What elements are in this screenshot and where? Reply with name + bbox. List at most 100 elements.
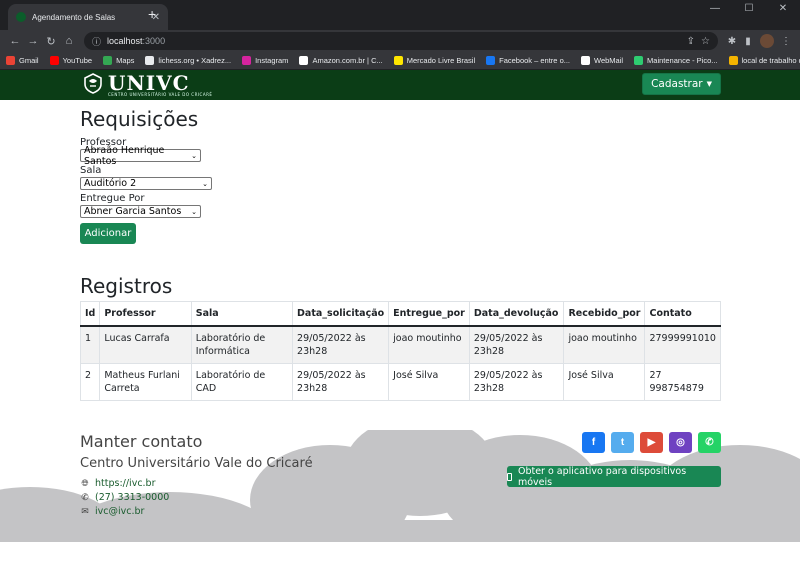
home-icon[interactable]: ⌂: [60, 35, 78, 47]
website-link[interactable]: https://ivc.br: [95, 478, 156, 489]
professor-select-value: Abraão Henrique Santos: [84, 144, 165, 167]
bookmark-item[interactable]: local de trabalho d...: [728, 56, 800, 65]
reload-icon[interactable]: ↻: [42, 35, 60, 48]
table-cell: 29/05/2022 às 23h28: [292, 362, 390, 401]
table-header-row: Id Professor Sala Data_solicitação Entregue_…: [79, 301, 721, 327]
mobile-app-button[interactable]: Obter o aplicativo para dispositivos móv…: [507, 465, 721, 488]
bookmark-item[interactable]: Amazon.com.br | C...: [299, 56, 383, 65]
table-cell: Lucas Carrafa: [99, 325, 192, 364]
bookmark-label: Instagram: [255, 56, 289, 65]
site-logo[interactable]: UNIVC CENTRO UNIVERSITÁRIO VALE DO CRICA…: [82, 72, 212, 97]
column-header[interactable]: Professor: [99, 301, 192, 327]
bookmark-item[interactable]: Mercado Livre Brasil: [393, 56, 476, 65]
site-info-icon[interactable]: ⓘ: [92, 35, 101, 48]
forward-icon[interactable]: →: [24, 35, 42, 47]
caret-down-icon: ▼: [706, 80, 712, 88]
address-bar[interactable]: ⓘ localhost:3000 ⇪ ☆: [84, 32, 718, 50]
sala-label: Sala: [80, 165, 102, 176]
footer-title: Manter contato: [80, 432, 203, 451]
twitter-icon[interactable]: t: [611, 432, 634, 453]
bookmark-item[interactable]: Maintenance - Pico...: [634, 56, 718, 65]
bookmark-label: Maintenance - Pico...: [647, 56, 718, 65]
screen: Agendamento de Salas ✕ + — ☐ ✕ ← → ↻ ⌂ ⓘ…: [0, 0, 800, 577]
menu-kebab-icon[interactable]: ⋮: [778, 36, 794, 47]
bookmark-item[interactable]: YouTube: [49, 56, 92, 65]
footer-subtitle: Centro Universitário Vale do Cricaré: [80, 456, 313, 471]
email-link[interactable]: ivc@ivc.br: [95, 506, 144, 517]
globe-icon: 🌐︎: [81, 478, 89, 489]
whatsapp-icon[interactable]: ✆: [698, 432, 721, 453]
table-row: 1 Lucas Carrafa Laboratório de Informática…: [79, 325, 721, 364]
table-cell: 29/05/2022 às 23h28: [468, 325, 565, 364]
url-host: localhost: [107, 36, 143, 46]
bookmark-favicon-icon: [581, 56, 590, 65]
sala-select[interactable]: Auditório 2 ⌄: [80, 177, 212, 190]
adicionar-button[interactable]: Adicionar: [80, 223, 136, 244]
bookmark-item[interactable]: Gmail: [6, 56, 39, 65]
table-body: 1 Lucas Carrafa Laboratório de Informática…: [79, 325, 721, 401]
requisicoes-title: Requisições: [80, 107, 199, 131]
footer-website[interactable]: 🌐︎ https://ivc.br: [80, 478, 156, 489]
bookmark-item[interactable]: Instagram: [242, 56, 288, 65]
web-page: UNIVC CENTRO UNIVERSITÁRIO VALE DO CRICA…: [0, 70, 800, 577]
minimize-icon[interactable]: —: [698, 0, 732, 18]
bookmark-star-icon[interactable]: ☆: [701, 36, 710, 47]
bookmark-favicon-icon: [6, 56, 15, 65]
column-header[interactable]: Id: [79, 301, 101, 327]
bookmark-item[interactable]: Maps: [103, 56, 134, 65]
table-cell: joao moutinho: [388, 325, 470, 364]
bookmark-favicon-icon: [299, 56, 309, 65]
entregue-label: Entregue Por: [80, 193, 145, 204]
bookmark-favicon-icon: [486, 56, 496, 65]
address-url: localhost:3000: [107, 36, 165, 46]
tab-title: Agendamento de Salas: [32, 12, 116, 22]
footer-email[interactable]: ✉ ivc@ivc.br: [80, 506, 144, 517]
registros-title: Registros: [80, 274, 173, 298]
column-header[interactable]: Data_devolução: [468, 301, 565, 327]
entregue-select[interactable]: Abner Garcia Santos ⌄: [80, 205, 201, 218]
entregue-select-value: Abner Garcia Santos: [84, 206, 182, 217]
mobile-phone-icon: [507, 472, 512, 481]
table-cell: Laboratório de CAD: [190, 362, 294, 401]
bookmark-favicon-icon: [145, 56, 155, 65]
table-cell: 1: [79, 325, 101, 364]
back-icon[interactable]: ←: [6, 35, 24, 47]
univc-crest-icon: [84, 73, 102, 94]
column-header[interactable]: Entregue_por: [388, 301, 470, 327]
bookmark-item[interactable]: lichess.org • Xadrez...: [145, 56, 231, 65]
bookmark-label: local de trabalho d...: [741, 56, 800, 65]
column-header[interactable]: Data_solicitação: [292, 301, 390, 327]
table-cell: 27999991010: [644, 325, 721, 364]
professor-select[interactable]: Abraão Henrique Santos ⌄: [80, 145, 201, 167]
cadastrar-label: Cadastrar: [651, 78, 703, 90]
instagram-icon[interactable]: ◎: [669, 432, 692, 453]
phone-icon: ✆: [81, 492, 89, 503]
new-tab-icon[interactable]: +: [148, 6, 156, 22]
site-navbar: UNIVC CENTRO UNIVERSITÁRIO VALE DO CRICA…: [0, 70, 800, 100]
bookmark-label: Amazon.com.br | C...: [312, 56, 383, 65]
bookmark-label: Mercado Livre Brasil: [406, 56, 476, 65]
youtube-icon[interactable]: ▶: [640, 432, 663, 453]
share-icon[interactable]: ⇪: [687, 36, 695, 47]
table-row: 2 Matheus Furlani Carreta Laboratório de C…: [79, 362, 721, 401]
table-cell: Laboratório de Informática: [190, 325, 294, 364]
bookmark-item[interactable]: Facebook – entre o...: [486, 56, 570, 65]
table-cell: José Silva: [388, 362, 470, 401]
facebook-icon[interactable]: f: [582, 432, 605, 453]
sidepanel-icon[interactable]: ▮: [740, 36, 756, 47]
bookmark-favicon-icon: [103, 56, 113, 65]
column-header[interactable]: Recebido_por: [563, 301, 646, 327]
browser-tab[interactable]: Agendamento de Salas ✕: [8, 4, 168, 30]
tab-favicon-icon: [16, 12, 26, 22]
maximize-icon[interactable]: ☐: [732, 0, 766, 18]
mobile-app-label: Obter o aplicativo para dispositivos móv…: [517, 465, 687, 488]
bookmark-item[interactable]: WebMail: [581, 56, 623, 65]
cadastrar-dropdown-button[interactable]: Cadastrar ▼: [642, 73, 721, 95]
window-close-icon[interactable]: ✕: [766, 0, 800, 18]
brand-subtitle: CENTRO UNIVERSITÁRIO VALE DO CRICARÉ: [108, 92, 213, 97]
table-cell: José Silva: [563, 362, 646, 401]
column-header[interactable]: Sala: [190, 301, 294, 327]
extensions-icon[interactable]: ✱: [724, 36, 740, 47]
column-header[interactable]: Contato: [644, 301, 721, 327]
avatar[interactable]: [760, 34, 774, 48]
